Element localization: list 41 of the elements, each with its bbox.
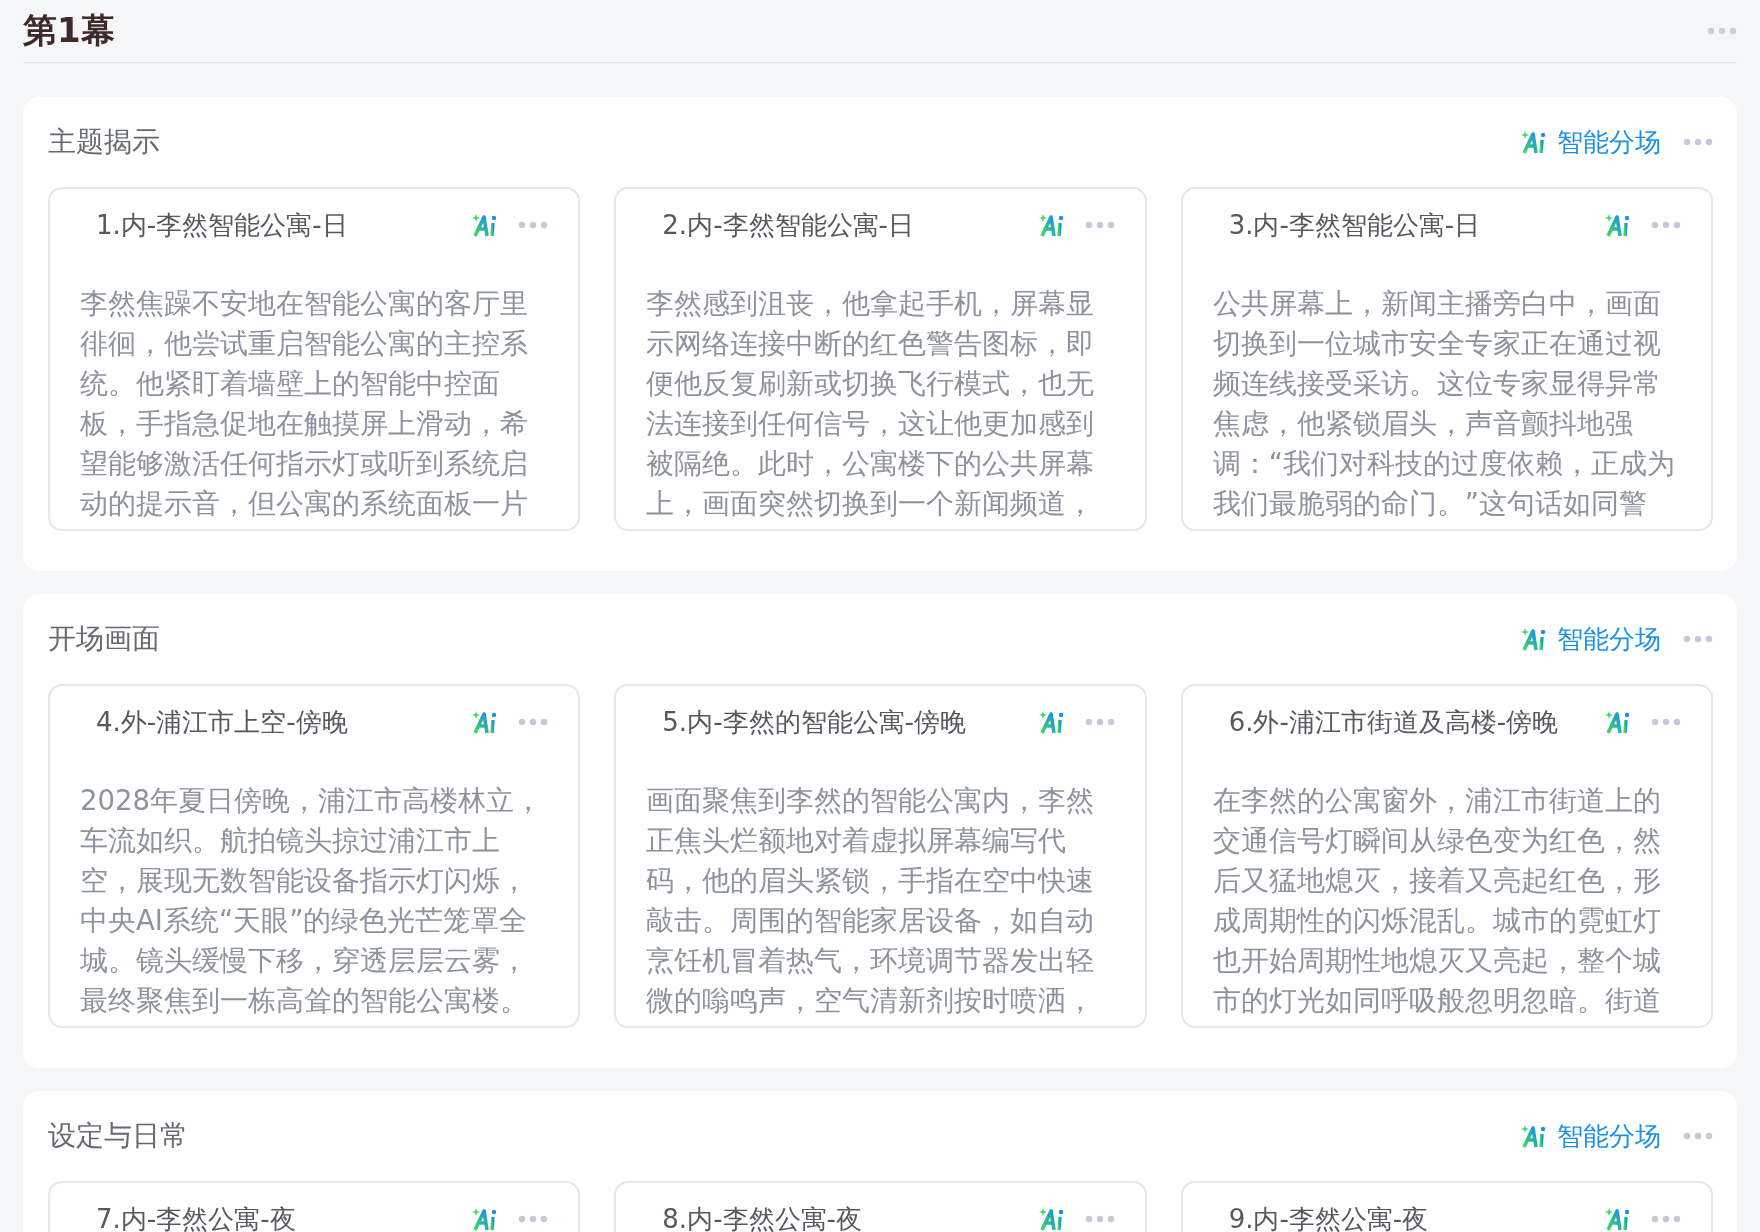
more-icon[interactable] xyxy=(518,1215,549,1223)
scene-card[interactable]: 1.内-李然智能公寓-日 李然焦躁不安地在智能公寓的客厅里徘徊，他尝试重启智能公寓的主控系统。他紧盯着墙壁上的智能中控面板，手指急促地在触摸屏上滑动，希望能够激活任何指示灯或听到系统启动的提示音，但公寓的系统面板一片 xyxy=(48,187,581,531)
scene-card[interactable]: 2.内-李然智能公寓-日 李然感到沮丧，他拿起手机，屏幕显示网络连接中断的红色警告图标，即便他反复刷新或切换飞行模式，也无法连接到任何信号，这让他更加感到被隔绝。此时，公寓楼下的公共屏幕上，画面突然切换到一个新闻频道， xyxy=(614,187,1147,531)
more-icon[interactable] xyxy=(1084,718,1115,726)
more-icon[interactable] xyxy=(1707,27,1737,35)
scene-card[interactable]: 5.内-李然的智能公寓-傍晚 画面聚焦到李然的智能公寓内，李然正焦头烂额地对着虚拟屏幕编写代码，他的眉头紧锁，手指在空中快速敲击。周围的智能家居设备，如自动烹饪机冒着热气，环境调节器发出轻微的嗡鸣声，空气清新剂按时喷洒， xyxy=(614,684,1147,1028)
scene-card[interactable]: 7.内-李然公寓-夜 xyxy=(48,1181,581,1232)
scene-summary: 画面聚焦到李然的智能公寓内，李然正焦头烂额地对着虚拟屏幕编写代码，他的眉头紧锁，手指在空中快速敲击。周围的智能家居设备，如自动烹饪机冒着热气，环境调节器发出轻微的嗡鸣声，空气清新剂按时喷洒， xyxy=(646,783,1096,1018)
scene-card[interactable]: 4.外-浦江市上空-傍晚 2028年夏日傍晚，浦江市高楼林立，车流如织。航拍镜头掠过浦江市上空，展现无数智能设备指示灯闪烁，中央AI系统“天眼”的绿色光芒笼罩全城。镜头缓慢下移，穿透层层云雾，最终聚焦到一栋高耸的智能公寓楼。 xyxy=(48,684,581,1028)
scene-summary: 在李然的公寓窗外，浦江市街道上的交通信号灯瞬间从绿色变为红色，然后又猛地熄灭，接着又亮起红色，形成周期性的闪烁混乱。城市的霓虹灯也开始周期性地熄灭又亮起，整个城市的灯光如同呼吸般忽明忽暗。街道 xyxy=(1212,783,1662,1018)
scene-card[interactable]: 8.内-李然公寓-夜 xyxy=(614,1181,1147,1232)
scene-title: 3.内-李然智能公寓-日 xyxy=(1228,208,1481,242)
more-icon[interactable] xyxy=(1651,221,1681,229)
more-icon[interactable] xyxy=(1683,1132,1713,1140)
scene-card[interactable]: 6.外-浦江市街道及高楼-傍晚 在李然的公寓窗外，浦江市街道上的交通信号灯瞬间从绿色变为红色，然后又猛地熄灭，接着又亮起红色，形成周期性的闪烁混乱。城市的霓虹灯也开始周期性地熄灭又亮起，整个城市的灯光如同呼吸般忽明忽暗。街道 xyxy=(1180,684,1713,1028)
scene-title: 6.外-浦江市街道及高楼-傍晚 xyxy=(1228,705,1559,739)
scene-title: 2.内-李然智能公寓-日 xyxy=(662,208,914,242)
scene-title: 4.外-浦江市上空-傍晚 xyxy=(96,705,348,739)
more-icon[interactable] xyxy=(1084,221,1115,229)
scene-summary: 公共屏幕上，新闻主播旁白中，画面切换到一位城市安全专家正在通过视频连线接受采访。这位专家显得异常焦虑，他紧锁眉头，声音颤抖地强调：“我们对科技的过度依赖，正成为我们最脆弱的命门。”这句话如同警 xyxy=(1212,286,1676,521)
scene-title: 9.内-李然公寓-夜 xyxy=(1228,1202,1429,1232)
section-title: 开场画面 xyxy=(48,621,160,657)
scene-card[interactable]: 3.内-李然智能公寓-日 公共屏幕上，新闻主播旁白中，画面切换到一位城市安全专家正在通过视频连线接受采访。这位专家显得异常焦虑，他紧锁眉头，声音颤抖地强调：“我们对科技的过度依赖，正成为我们最脆弱的命门。”这句话如同警 xyxy=(1180,187,1713,531)
more-icon[interactable] xyxy=(1651,718,1681,726)
scene-title: 7.内-李然公寓-夜 xyxy=(96,1202,296,1232)
scene-title: 5.内-李然的智能公寓-傍晚 xyxy=(662,705,966,739)
scene-title: 1.内-李然智能公寓-日 xyxy=(96,208,348,242)
more-icon[interactable] xyxy=(1683,635,1713,643)
scene-title: 8.内-李然公寓-夜 xyxy=(662,1202,862,1232)
section-title: 设定与日常 xyxy=(48,1118,188,1154)
more-icon[interactable] xyxy=(1084,1215,1115,1223)
act-title: 第1幕 xyxy=(23,9,115,52)
scene-summary: 李然感到沮丧，他拿起手机，屏幕显示网络连接中断的红色警告图标，即便他反复刷新或切换飞行模式，也无法连接到任何信号，这让他更加感到被隔绝。此时，公寓楼下的公共屏幕上，画面突然切换到一个新闻频道， xyxy=(646,286,1096,521)
more-icon[interactable] xyxy=(518,221,549,229)
more-icon[interactable] xyxy=(1683,138,1713,146)
more-icon[interactable] xyxy=(1651,1215,1681,1223)
more-icon[interactable] xyxy=(518,718,549,726)
scene-summary: 李然焦躁不安地在智能公寓的客厅里徘徊，他尝试重启智能公寓的主控系统。他紧盯着墙壁上的智能中控面板，手指急促地在触摸屏上滑动，希望能够激活任何指示灯或听到系统启动的提示音，但公寓的系统面板一片 xyxy=(80,286,529,521)
scene-summary: 2028年夏日傍晚，浦江市高楼林立，车流如织。航拍镜头掠过浦江市上空，展现无数智能设备指示灯闪烁，中央AI系统“天眼”的绿色光芒笼罩全城。镜头缓慢下移，穿透层层云雾，最终聚焦到一栋高耸的智能公寓楼。 xyxy=(80,783,543,1018)
scene-card[interactable]: 9.内-李然公寓-夜 xyxy=(1180,1181,1713,1232)
section-title: 主题揭示 xyxy=(48,124,160,160)
